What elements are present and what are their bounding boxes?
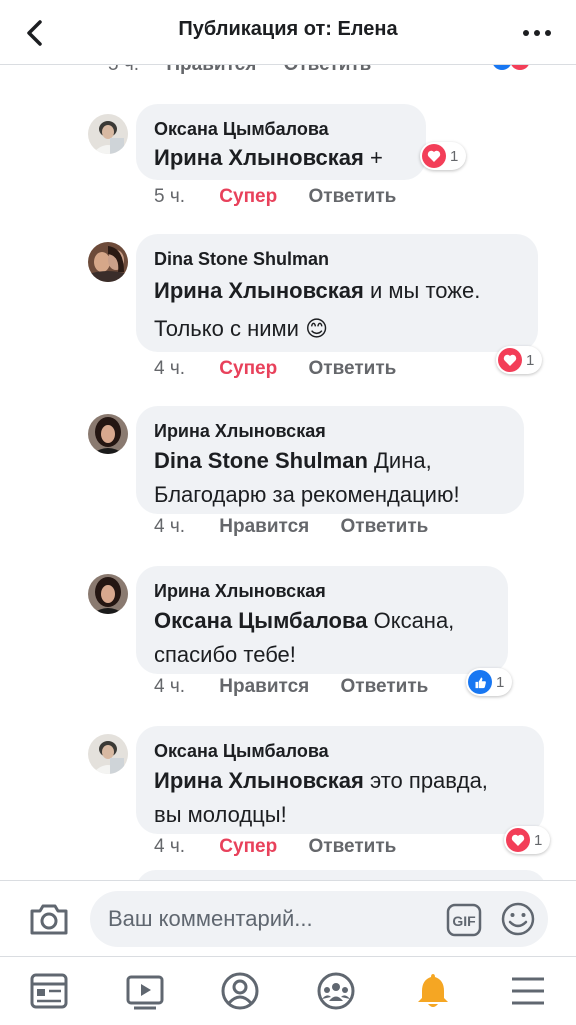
comment-actions: 5 ч. Супер Ответить — [154, 186, 396, 208]
comment-time[interactable]: 4 ч. — [154, 676, 214, 698]
comment-bubble[interactable]: Dina Stone Shulman Ирина Хлыновская и мы… — [136, 234, 538, 352]
reaction-count-value: 1 — [450, 147, 459, 165]
comment-text-part: Только с ними 😊 — [154, 316, 329, 341]
comment-text-part: это правда, — [363, 768, 488, 793]
comment-text: Ирина Хлыновская и мы тоже. Только с ним… — [154, 272, 520, 348]
reaction-link[interactable]: Супер — [219, 358, 277, 380]
love-reaction-icon — [422, 144, 446, 168]
reply-link[interactable]: Ответить — [309, 186, 397, 208]
avatar-photo — [88, 114, 128, 154]
next-comment-bubble — [136, 870, 546, 880]
reaction-link[interactable]: Супер — [219, 836, 277, 858]
comment-text: Ирина Хлыновская это правда, вы молодцы! — [154, 764, 526, 832]
comment-text-part: + — [363, 145, 383, 170]
comment-text-part: Оксана, — [367, 608, 455, 633]
reaction-link[interactable]: Супер — [219, 186, 277, 208]
notifications-bell-icon[interactable] — [412, 971, 454, 1011]
comment-author[interactable]: Ирина Хлыновская — [154, 420, 506, 442]
reply-link[interactable]: Ответить — [309, 358, 397, 380]
mention-link[interactable]: Ирина Хлыновская — [154, 278, 364, 303]
avatar-photo — [88, 242, 128, 282]
news-feed-icon[interactable] — [28, 971, 70, 1011]
like-link[interactable]: Нравится — [166, 64, 256, 75]
reply-link[interactable]: Ответить — [341, 676, 429, 698]
reply-link[interactable]: Ответить — [341, 516, 429, 538]
more-options-icon[interactable] — [520, 18, 554, 48]
reaction-count[interactable]: 1 — [420, 142, 467, 170]
like-reaction-icon — [468, 670, 492, 694]
comment-text-part: спасибо тебе! — [154, 642, 296, 667]
love-reaction-icon — [506, 828, 530, 852]
comment-author[interactable]: Оксана Цымбалова — [154, 118, 408, 140]
love-reaction-icon — [498, 348, 522, 372]
avatar-photo — [88, 574, 128, 614]
comment-composer: GIF — [0, 880, 576, 957]
avatar[interactable] — [88, 242, 128, 282]
avatar-photo — [88, 414, 128, 454]
comment-actions: 4 ч. Супер Ответить — [154, 836, 396, 858]
like-link[interactable]: Нравится — [219, 676, 309, 698]
reaction-count-value: 1 — [534, 831, 543, 849]
comment-actions: 4 ч. Нравится Ответить — [154, 676, 428, 698]
avatar[interactable] — [88, 574, 128, 614]
reaction-count-value: 1 — [526, 351, 535, 369]
comment-text-part: и мы тоже. — [363, 278, 481, 303]
comment-text: Dina Stone Shulman Дина, Благодарю за ре… — [154, 444, 506, 512]
mention-link[interactable]: Ирина Хлыновская — [154, 145, 364, 170]
svg-text:GIF: GIF — [452, 913, 476, 929]
comment-text-part: Благодарю за рекомендацию! — [154, 482, 460, 507]
comment-bubble[interactable]: Ирина Хлыновская Оксана Цымбалова Оксана… — [136, 566, 508, 674]
menu-icon[interactable] — [507, 971, 549, 1011]
comment-text-part: вы молодцы! — [154, 802, 287, 827]
avatar[interactable] — [88, 414, 128, 454]
mention-link[interactable]: Ирина Хлыновская — [154, 768, 364, 793]
comment-bubble[interactable]: Ирина Хлыновская Dina Stone Shulman Дина… — [136, 406, 524, 514]
avatar[interactable] — [88, 734, 128, 774]
comment-actions: 4 ч. Супер Ответить — [154, 358, 396, 380]
groups-icon[interactable] — [315, 971, 357, 1011]
comment-time[interactable]: 5 ч. — [154, 186, 214, 208]
comment-text: Ирина Хлыновская + — [154, 142, 408, 174]
comment-bubble[interactable]: Оксана Цымбалова Ирина Хлыновская это пр… — [136, 726, 544, 834]
comment-bubble[interactable]: Оксана Цымбалова Ирина Хлыновская + — [136, 104, 426, 180]
watch-icon[interactable] — [124, 971, 166, 1011]
page-title: Публикация от: Елена — [178, 18, 398, 40]
emoji-icon[interactable] — [500, 901, 536, 937]
mention-link[interactable]: Dina Stone Shulman — [154, 448, 368, 473]
comment-time[interactable]: 4 ч. — [154, 836, 214, 858]
reaction-count-value: 1 — [496, 673, 505, 691]
comment-text-part: Дина, — [367, 448, 432, 473]
reaction-count[interactable]: 1 — [466, 668, 513, 696]
comment-actions: 4 ч. Нравится Ответить — [154, 516, 428, 538]
avatar[interactable] — [88, 114, 128, 154]
comment-author[interactable]: Оксана Цымбалова — [154, 740, 526, 762]
comment-author[interactable]: Ирина Хлыновская — [154, 580, 490, 602]
comments-feed[interactable]: 5 ч. Нравится Ответить Оксана Цымбалова … — [0, 64, 576, 880]
previous-comment-actions: 5 ч. Нравится Ответить — [108, 64, 393, 76]
comment-time: 5 ч. — [108, 64, 140, 75]
bottom-navigation — [0, 956, 576, 1025]
avatar-photo — [88, 734, 128, 774]
camera-icon[interactable] — [28, 899, 70, 939]
mention-link[interactable]: Оксана Цымбалова — [154, 608, 367, 633]
comment-author[interactable]: Dina Stone Shulman — [154, 248, 520, 270]
reply-link[interactable]: Ответить — [309, 836, 397, 858]
reaction-count[interactable]: 1 — [496, 346, 543, 374]
reply-link[interactable]: Ответить — [284, 64, 372, 75]
like-link[interactable]: Нравится — [219, 516, 309, 538]
comment-time[interactable]: 4 ч. — [154, 516, 214, 538]
comment-text: Оксана Цымбалова Оксана, спасибо тебе! — [154, 604, 490, 672]
comment-time[interactable]: 4 ч. — [154, 358, 214, 380]
top-bar: Публикация от: Елена — [0, 0, 576, 65]
gif-icon[interactable]: GIF — [446, 903, 482, 937]
profile-icon[interactable] — [219, 971, 261, 1011]
reaction-count[interactable]: 1 — [504, 826, 551, 854]
reaction-summary-icon — [488, 64, 548, 74]
